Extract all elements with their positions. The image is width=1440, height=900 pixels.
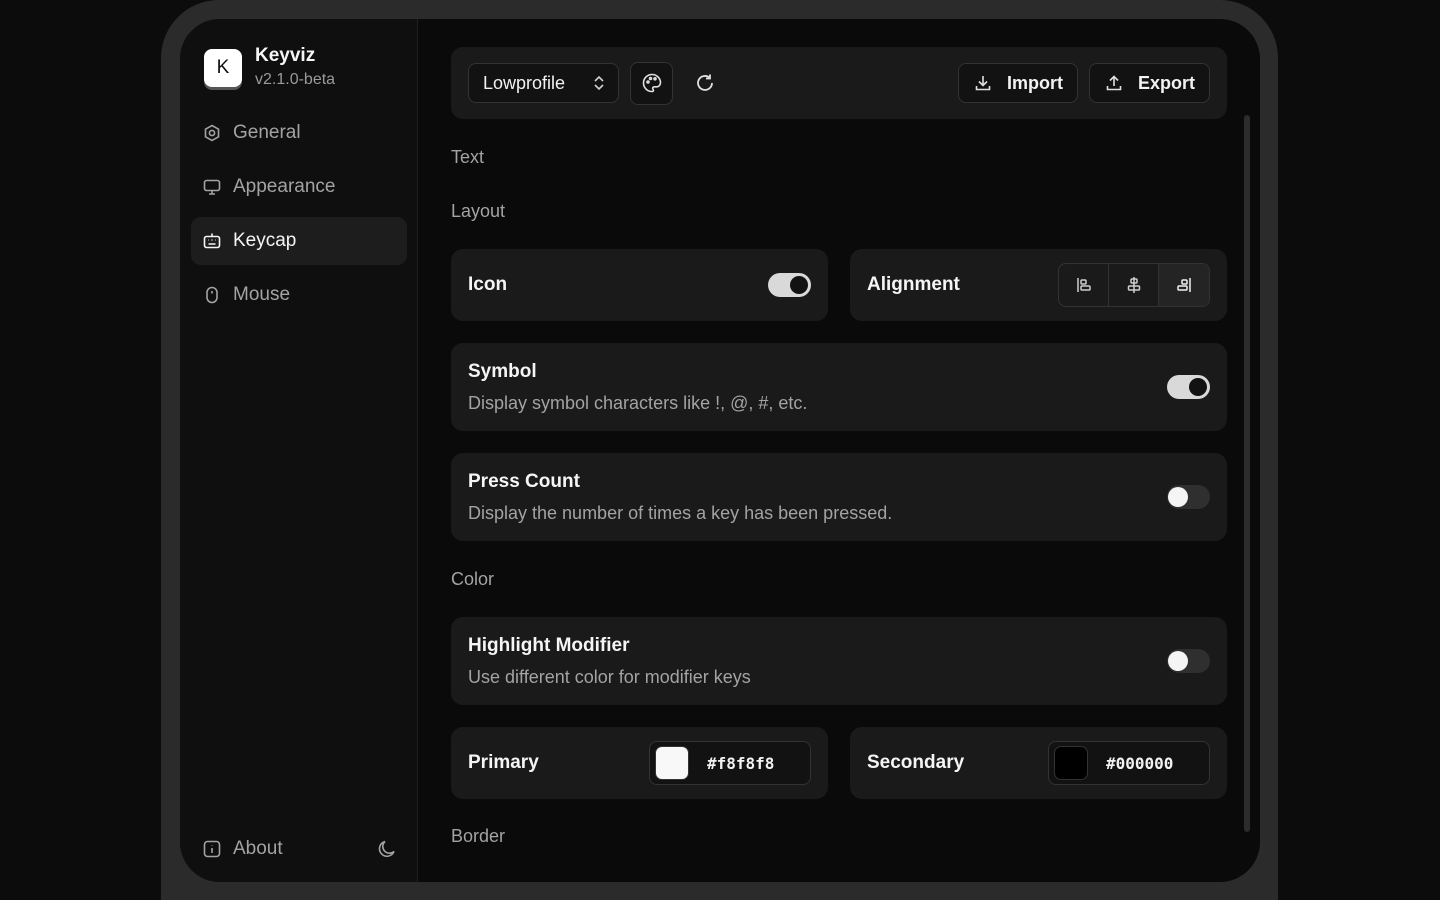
symbol-setting-description: Display symbol characters like !, @, #, …	[468, 392, 808, 413]
align-center-icon	[1124, 275, 1144, 295]
align-right-icon	[1174, 275, 1194, 295]
primary-color-setting: Primary #f8f8f8	[451, 727, 828, 799]
about-link[interactable]: About	[202, 838, 283, 860]
moon-icon[interactable]	[376, 838, 398, 860]
sidebar-item-label: Keycap	[233, 230, 297, 251]
info-icon	[202, 839, 222, 859]
sidebar-item-appearance[interactable]: Appearance	[191, 163, 407, 211]
highlight-modifier-description: Use different color for modifier keys	[468, 666, 751, 687]
align-center-button[interactable]	[1109, 264, 1159, 306]
chevron-up-down-icon	[592, 74, 606, 92]
alignment-setting-label: Alignment	[867, 274, 960, 295]
import-button[interactable]: Import	[957, 63, 1078, 103]
press-count-setting-label: Press Count	[468, 470, 580, 492]
palette-icon	[641, 72, 663, 94]
highlight-modifier-setting: Highlight Modifier Use different color f…	[451, 617, 1227, 705]
palette-button[interactable]	[630, 61, 673, 105]
primary-color-label: Primary	[468, 752, 539, 773]
preset-value: Lowprofile	[483, 72, 566, 93]
sidebar-footer: About	[202, 838, 398, 860]
monitor-icon	[202, 177, 222, 197]
sidebar-item-keycap[interactable]: Keycap	[191, 217, 407, 265]
preset-toolbar: Lowprofile Import Export	[451, 47, 1227, 119]
scrollbar[interactable]	[1244, 115, 1250, 832]
app-logo: K	[204, 49, 242, 87]
export-button[interactable]: Export	[1088, 63, 1210, 103]
primary-color-swatch[interactable]	[655, 746, 689, 780]
sidebar-item-general[interactable]: General	[191, 109, 407, 157]
download-icon	[973, 73, 993, 93]
upload-icon	[1104, 73, 1124, 93]
section-title-border: Border	[451, 826, 506, 846]
press-count-setting-description: Display the number of times a key has be…	[468, 502, 893, 523]
brand: K Keyviz v2.1.0-beta	[204, 45, 335, 91]
icon-setting: Icon	[451, 249, 828, 321]
symbol-setting: Symbol Display symbol characters like !,…	[451, 343, 1227, 431]
import-label: Import	[1006, 72, 1063, 93]
gear-icon	[202, 123, 222, 143]
sidebar-item-label: General	[233, 122, 301, 143]
align-left-icon	[1074, 275, 1094, 295]
sidebar-item-label: Mouse	[233, 284, 291, 305]
align-left-button[interactable]	[1059, 264, 1109, 306]
icon-setting-label: Icon	[468, 274, 508, 295]
sidebar-item-label: Appearance	[233, 176, 336, 197]
app-version: v2.1.0-beta	[255, 71, 336, 88]
secondary-color-value: #000000	[1106, 753, 1174, 773]
section-title-color: Color	[451, 569, 495, 589]
sidebar-item-mouse[interactable]: Mouse	[191, 271, 407, 319]
highlight-modifier-label: Highlight Modifier	[468, 634, 630, 656]
press-count-setting: Press Count Display the number of times …	[451, 453, 1227, 541]
mouse-icon	[202, 285, 222, 305]
highlight-modifier-toggle[interactable]	[1167, 649, 1210, 673]
preset-select[interactable]: Lowprofile	[468, 63, 619, 103]
about-label: About	[233, 838, 283, 859]
symbol-setting-label: Symbol	[468, 360, 537, 382]
primary-color-value: #f8f8f8	[707, 753, 775, 773]
section-title-text: Text	[451, 147, 485, 167]
sidebar: K Keyviz v2.1.0-beta General Appearance	[180, 19, 418, 882]
main-content: Lowprofile Import Export Text Layout Ico…	[418, 19, 1260, 882]
primary-color-picker[interactable]: #f8f8f8	[649, 741, 811, 785]
app-name: Keyviz	[255, 45, 316, 66]
app-window: K Keyviz v2.1.0-beta General Appearance	[180, 19, 1260, 882]
press-count-toggle[interactable]	[1167, 485, 1210, 509]
section-title-layout: Layout	[451, 201, 506, 221]
alignment-segmented-control	[1058, 263, 1210, 307]
alignment-setting: Alignment	[850, 249, 1227, 321]
secondary-color-picker[interactable]: #000000	[1048, 741, 1210, 785]
secondary-color-setting: Secondary #000000	[850, 727, 1227, 799]
secondary-color-swatch[interactable]	[1054, 746, 1088, 780]
symbol-toggle[interactable]	[1167, 375, 1210, 399]
export-label: Export	[1137, 72, 1195, 93]
align-right-button[interactable]	[1159, 264, 1209, 306]
refresh-icon[interactable]	[693, 71, 717, 95]
icon-toggle[interactable]	[768, 273, 811, 297]
secondary-color-label: Secondary	[867, 752, 965, 773]
keycap-icon	[202, 231, 222, 251]
sidebar-nav: General Appearance Keycap Mouse	[191, 109, 407, 325]
